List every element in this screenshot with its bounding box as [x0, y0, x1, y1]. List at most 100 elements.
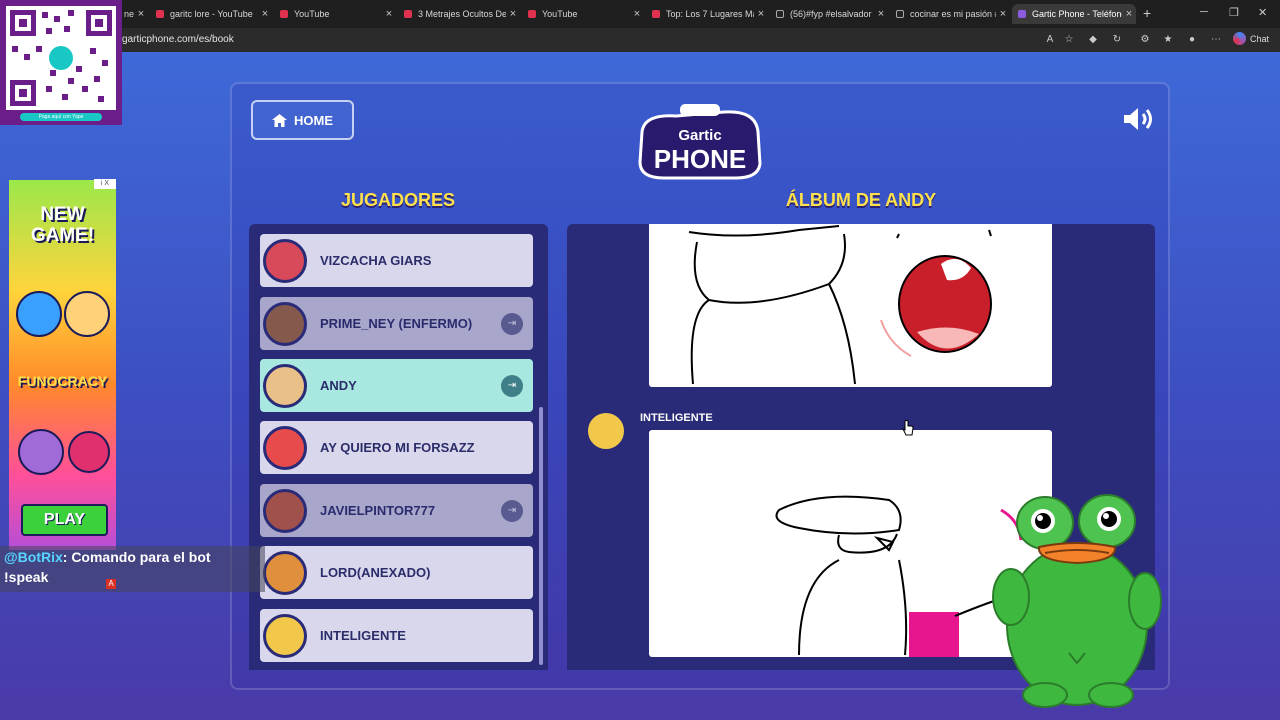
tab-2[interactable]: YouTube ×	[274, 4, 396, 24]
favorites-icon[interactable]: ★	[1162, 34, 1174, 46]
kick-player-icon[interactable]: ⇥	[501, 374, 523, 397]
album-heading: ÁLBUM DE ANDY	[785, 190, 937, 210]
close-icon[interactable]: ×	[874, 8, 888, 20]
sound-icon[interactable]	[1122, 106, 1156, 132]
gartic-icon	[1018, 10, 1026, 18]
logo-top-text: Gartic	[678, 127, 721, 144]
players-list: VIZCACHA GIARS PRIME_NEY (ENFERMO) ⇥ AND…	[249, 224, 548, 670]
tab-title: (56)#fyp #elsalvador | c	[790, 9, 874, 19]
extensions-icon[interactable]: ⚙	[1139, 34, 1151, 46]
youtube-icon	[280, 10, 288, 18]
tab-title: YouTube	[542, 9, 578, 19]
maximize-icon[interactable]: ❐	[1229, 6, 1239, 19]
address-bar: garticphone.com/es/book A ☆ ◆ ↻ ⚙ ★ ● ⋯ …	[0, 28, 1280, 52]
frog-sticker-overlay	[992, 494, 1162, 708]
new-tab-icon[interactable]: +	[1143, 5, 1151, 21]
logo-bottom-text: PHONE	[654, 144, 746, 174]
tab-title: ne	[124, 9, 134, 19]
tab-3[interactable]: 3 Metrajes Ocultos De F ×	[398, 4, 520, 24]
ad-headline: NEW GAME!	[9, 204, 116, 246]
tab-title: garitc lore - YouTube	[170, 9, 253, 19]
avatar	[263, 301, 307, 346]
player-row-andy: ANDY ⇥	[260, 359, 533, 412]
player-row-ay-quiero: AY QUIERO MI FORSAZZ	[260, 421, 533, 474]
ad-characters-icon	[16, 291, 110, 337]
player-name: JAVIELPINTOR777	[320, 503, 436, 518]
close-icon[interactable]: ×	[630, 8, 644, 20]
copilot-chat-button[interactable]: Chat	[1233, 32, 1269, 45]
extension-icon[interactable]: ◆	[1087, 34, 1099, 46]
ad-brand: FUNOCRACY	[17, 373, 108, 389]
players-heading: JUGADORES	[340, 190, 456, 210]
chat-label: Chat	[1250, 33, 1270, 44]
avatar	[263, 488, 307, 533]
player-name: LORD(ANEXADO)	[320, 565, 431, 580]
qr-caption: Paga aquí con Yape	[20, 113, 102, 121]
close-icon[interactable]: ×	[754, 8, 768, 20]
close-icon[interactable]: ×	[996, 8, 1010, 20]
avatar	[263, 425, 307, 470]
read-aloud-icon[interactable]: A	[1044, 34, 1056, 46]
minimize-icon[interactable]: ─	[1200, 6, 1208, 18]
close-icon[interactable]: ×	[382, 8, 396, 20]
menu-icon[interactable]: ⋯	[1210, 34, 1222, 46]
home-icon	[272, 113, 287, 127]
profile-icon[interactable]: ●	[1186, 34, 1198, 46]
tab-title: Gartic Phone - Teléfono	[1032, 9, 1122, 19]
tab-title: YouTube	[294, 9, 330, 19]
ad-play-button[interactable]: PLAY	[21, 504, 108, 536]
close-icon[interactable]: ×	[506, 8, 520, 20]
url-input[interactable]: garticphone.com/es/book	[122, 34, 234, 45]
browser-tab-bar: ne × garitc lore - YouTube × YouTube × 3 Me…	[0, 0, 1280, 28]
tiktok-icon	[896, 10, 904, 18]
player-row-prime-ney: PRIME_NEY (ENFERMO) ⇥	[260, 297, 533, 350]
youtube-icon	[404, 10, 412, 18]
chat-username: @BotRix	[4, 549, 63, 565]
copilot-icon	[1233, 32, 1246, 45]
close-icon[interactable]: ×	[134, 8, 148, 20]
tab-6[interactable]: (56)#fyp #elsalvador | c×	[770, 4, 888, 24]
players-scrollbar[interactable]	[539, 407, 543, 665]
player-name: PRIME_NEY (ENFERMO)	[320, 316, 473, 331]
stream-chat-overlay: @BotRix: Comando para el bot !speak	[0, 546, 265, 592]
favorite-star-icon[interactable]: ☆	[1063, 34, 1075, 46]
ad-banner[interactable]: NEW GAME! FUNOCRACY PLAY	[9, 180, 116, 550]
avatar	[263, 238, 307, 283]
badge-icon: A	[106, 579, 116, 589]
ad-line1: NEW	[40, 204, 85, 225]
home-button[interactable]: HOME	[251, 100, 354, 140]
tab-1[interactable]: garitc lore - YouTube ×	[150, 4, 272, 24]
ad-characters-2-icon	[18, 429, 110, 475]
youtube-icon	[156, 10, 164, 18]
tab-7[interactable]: cocinar es mi pasión #p ×	[890, 4, 1010, 24]
refresh-icon[interactable]: ↻	[1111, 34, 1123, 46]
kick-player-icon[interactable]: ⇥	[501, 499, 523, 522]
tab-title: Top: Los 7 Lugares Más	[666, 9, 754, 19]
chat-message: : Comando para el bot	[62, 549, 211, 565]
close-window-icon[interactable]: ✕	[1258, 6, 1267, 19]
tiktok-icon	[776, 10, 784, 18]
album-author-name: INTELIGENTE	[640, 412, 713, 424]
player-name: VIZCACHA GIARS	[320, 253, 432, 268]
tab-title: cocinar es mi pasión #p	[910, 9, 996, 19]
tab-8[interactable]: Gartic Phone - Teléfono ×	[1012, 4, 1136, 24]
album-author-avatar	[585, 410, 627, 452]
player-row-lord: LORD(ANEXADO)	[260, 546, 533, 599]
qr-code	[6, 6, 116, 110]
tab-4[interactable]: YouTube ×	[522, 4, 644, 24]
close-icon[interactable]: ×	[258, 8, 272, 20]
ad-info-close[interactable]: i X	[94, 179, 116, 189]
tab-0[interactable]: ne ×	[118, 4, 148, 24]
tab-5[interactable]: Top: Los 7 Lugares Más ×	[646, 4, 768, 24]
youtube-icon	[528, 10, 536, 18]
avatar	[263, 363, 307, 408]
tab-title: 3 Metrajes Ocultos De F	[418, 9, 506, 19]
chat-message-line2: !speak	[4, 569, 49, 585]
kick-player-icon[interactable]: ⇥	[501, 312, 523, 335]
close-icon[interactable]: ×	[1122, 8, 1136, 20]
ad-line2: GAME!	[30, 225, 95, 246]
gartic-phone-logo: Gartic PHONE	[638, 104, 762, 180]
player-row-vizcacha: VIZCACHA GIARS	[260, 234, 533, 287]
player-name: ANDY	[320, 378, 357, 393]
avatar	[263, 613, 307, 658]
